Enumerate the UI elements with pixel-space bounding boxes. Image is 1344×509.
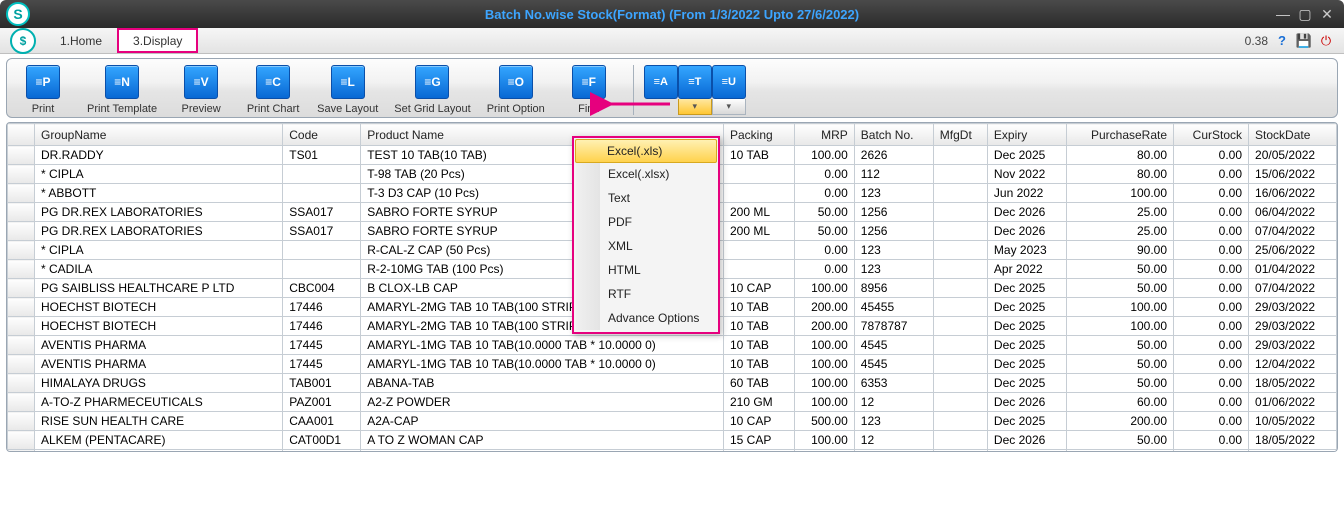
save-layout-icon: ≡L [331, 65, 365, 99]
export-t-icon[interactable]: ≡T [678, 65, 712, 99]
preview-button[interactable]: ≡V Preview [173, 65, 229, 115]
save-layout-button[interactable]: ≡L Save Layout [317, 65, 378, 115]
find-button[interactable]: ≡F Find [561, 65, 617, 115]
minimize-button[interactable]: — [1274, 6, 1292, 23]
export-menu-item[interactable]: XML [576, 234, 716, 258]
column-header[interactable]: Expiry [987, 124, 1066, 146]
print-option-button[interactable]: ≡O Print Option [487, 65, 545, 115]
print-chart-icon: ≡C [256, 65, 290, 99]
table-row[interactable]: AVENTIS PHARMA17445AMARYL-1MG TAB 10 TAB… [8, 355, 1337, 374]
set-grid-layout-icon: ≡G [415, 65, 449, 99]
exit-icon[interactable]: ⏻ [1318, 33, 1334, 49]
table-row[interactable]: ALKEM LABORATORIES LTD.SAT006A TO Z ORS … [8, 450, 1337, 453]
export-menu-item[interactable]: HTML [576, 258, 716, 282]
window-title: Batch No.wise Stock(Format) (From 1/3/20… [0, 7, 1344, 22]
column-header[interactable]: Code [283, 124, 361, 146]
column-header[interactable]: Batch No. [854, 124, 933, 146]
print-option-icon: ≡O [499, 65, 533, 99]
column-header[interactable]: MRP [794, 124, 854, 146]
preview-label: Preview [182, 103, 221, 115]
export-menu-item[interactable]: PDF [576, 210, 716, 234]
menubar: $ 1.Home 3.Display 0.38 ? 💾 ⏻ [0, 28, 1344, 54]
column-header[interactable]: MfgDt [933, 124, 987, 146]
export-button-group: ≡A ≡T ▾ ≡U ▾ [633, 65, 746, 115]
save-icon[interactable]: 💾 [1296, 33, 1312, 49]
column-header[interactable]: CurStock [1174, 124, 1249, 146]
find-icon: ≡F [572, 65, 606, 99]
export-u-icon[interactable]: ≡U [712, 65, 746, 99]
print-option-label: Print Option [487, 103, 545, 115]
titlebar: S Batch No.wise Stock(Format) (From 1/3/… [0, 0, 1344, 28]
version-label: 0.38 [1245, 34, 1268, 48]
app-logo-icon: S [6, 2, 30, 26]
print-button[interactable]: ≡P Print [15, 65, 71, 115]
export-a-icon[interactable]: ≡A [644, 65, 678, 99]
export-dropdown-button[interactable]: ▾ [678, 99, 712, 115]
help-icon[interactable]: ? [1274, 33, 1290, 49]
preview-icon: ≡V [184, 65, 218, 99]
tab-home[interactable]: 1.Home [46, 28, 117, 53]
print-template-icon: ≡N [105, 65, 139, 99]
print-template-label: Print Template [87, 103, 157, 115]
export-menu-item[interactable]: Advance Options [576, 306, 716, 330]
set-grid-layout-button[interactable]: ≡G Set Grid Layout [394, 65, 470, 115]
export-u-dropdown-button[interactable]: ▾ [712, 99, 746, 115]
export-menu-item[interactable]: RTF [576, 282, 716, 306]
column-header[interactable]: StockDate [1249, 124, 1337, 146]
table-row[interactable]: A-TO-Z PHARMECEUTICALSPAZ001A2-Z POWDER2… [8, 393, 1337, 412]
maximize-button[interactable]: ▢ [1296, 6, 1314, 23]
print-chart-button[interactable]: ≡C Print Chart [245, 65, 301, 115]
print-label: Print [32, 103, 55, 115]
ribbon-logo-icon: $ [10, 28, 36, 54]
column-header[interactable]: Packing [723, 124, 794, 146]
table-row[interactable]: RISE SUN HEALTH CARECAA001A2A-CAP10 CAP5… [8, 412, 1337, 431]
print-icon: ≡P [26, 65, 60, 99]
export-menu-item[interactable]: Text [576, 186, 716, 210]
tab-display[interactable]: 3.Display [117, 28, 198, 53]
export-menu-item[interactable]: Excel(.xls) [575, 139, 717, 163]
find-label: Find [578, 103, 599, 115]
print-template-button[interactable]: ≡N Print Template [87, 65, 157, 115]
close-button[interactable]: ✕ [1318, 6, 1336, 23]
set-grid-layout-label: Set Grid Layout [394, 103, 470, 115]
table-row[interactable]: AVENTIS PHARMA17445AMARYL-1MG TAB 10 TAB… [8, 336, 1337, 355]
column-header[interactable]: GroupName [35, 124, 283, 146]
export-menu: Excel(.xls)Excel(.xlsx)TextPDFXMLHTMLRTF… [572, 136, 720, 334]
toolbar: ≡P Print ≡N Print Template ≡V Preview ≡C… [6, 58, 1338, 118]
print-chart-label: Print Chart [247, 103, 300, 115]
table-row[interactable]: HIMALAYA DRUGSTAB001ABANA-TAB60 TAB100.0… [8, 374, 1337, 393]
export-menu-item[interactable]: Excel(.xlsx) [576, 162, 716, 186]
column-header[interactable]: PurchaseRate [1066, 124, 1173, 146]
table-row[interactable]: ALKEM (PENTACARE)CAT00D1A TO Z WOMAN CAP… [8, 431, 1337, 450]
save-layout-label: Save Layout [317, 103, 378, 115]
